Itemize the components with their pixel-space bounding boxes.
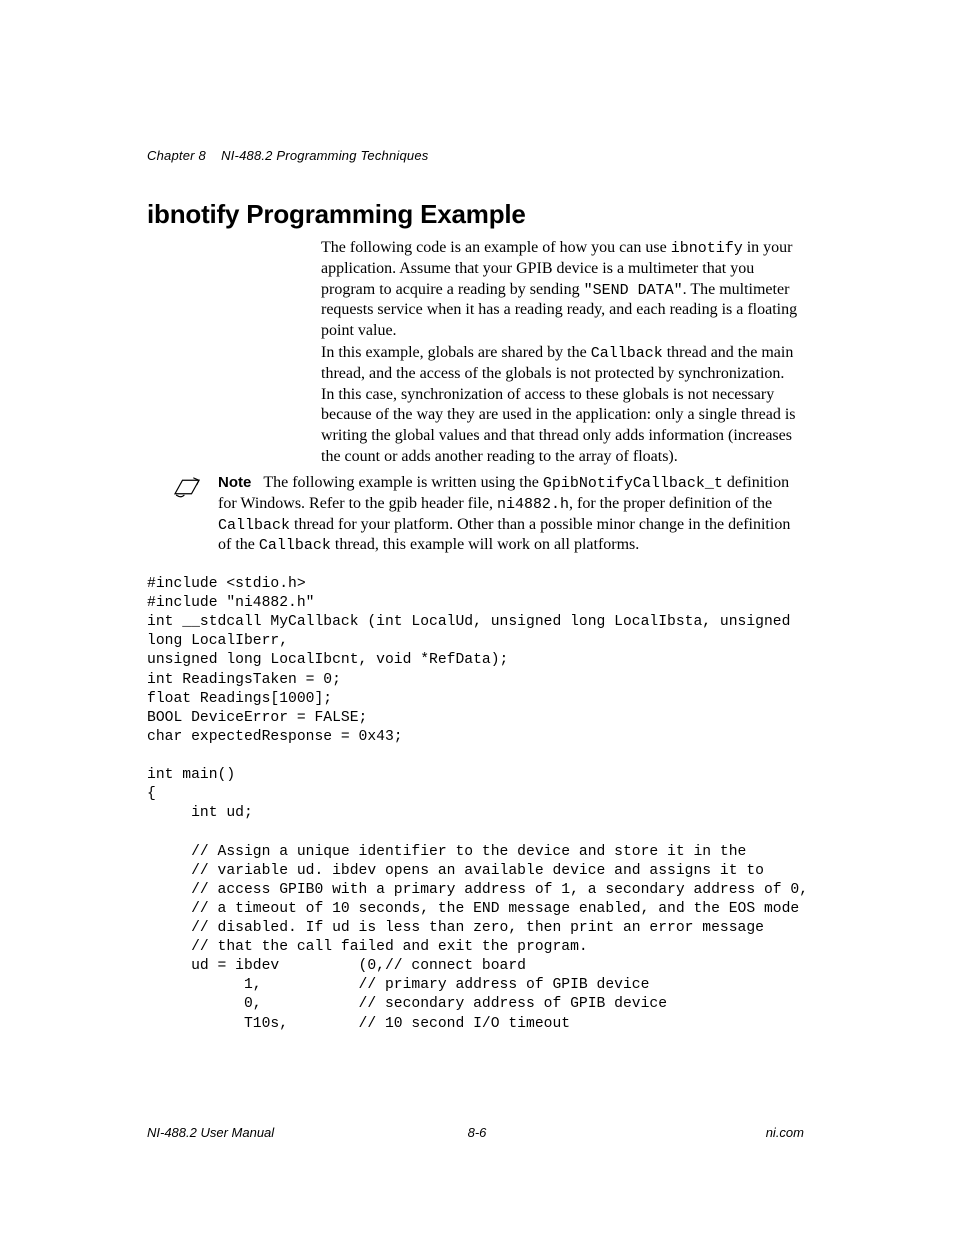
footer-page-number: 8-6 (0, 1125, 954, 1140)
header-title: NI-488.2 Programming Techniques (221, 148, 428, 163)
body-paragraph: The following code is an example of how … (321, 238, 799, 342)
text-run: The following example is written using t… (263, 474, 543, 491)
inline-code: Callback (259, 537, 331, 554)
note-text: Note The following example is written us… (218, 473, 807, 556)
document-page: Chapter 8 NI-488.2 Programming Technique… (0, 0, 954, 1235)
text-run: The following code is an example of how … (321, 239, 671, 256)
inline-code: "SEND DATA" (584, 282, 683, 299)
section-title: ibnotify Programming Example (147, 199, 526, 230)
body-paragraph: In this example, globals are shared by t… (321, 343, 799, 468)
note-label: Note (218, 474, 251, 491)
inline-code: Callback (218, 517, 290, 534)
note-block: Note The following example is written us… (147, 473, 807, 556)
text-run: thread and the main thread, and the acce… (321, 344, 796, 465)
code-block: #include <stdio.h> #include "ni4882.h" i… (147, 575, 827, 1034)
inline-code: Callback (591, 345, 663, 362)
inline-code: GpibNotifyCallback_t (543, 475, 723, 492)
running-header: Chapter 8 NI-488.2 Programming Technique… (147, 148, 428, 163)
footer-right: ni.com (766, 1125, 804, 1140)
text-run: , for the proper definition of the (569, 495, 772, 512)
text-run: thread, this example will work on all pl… (331, 536, 639, 553)
text-run: In this example, globals are shared by t… (321, 344, 591, 361)
note-icon (172, 475, 202, 499)
inline-code: ni4882.h (497, 496, 569, 513)
chapter-label: Chapter 8 (147, 148, 206, 163)
inline-code: ibnotify (671, 240, 743, 257)
